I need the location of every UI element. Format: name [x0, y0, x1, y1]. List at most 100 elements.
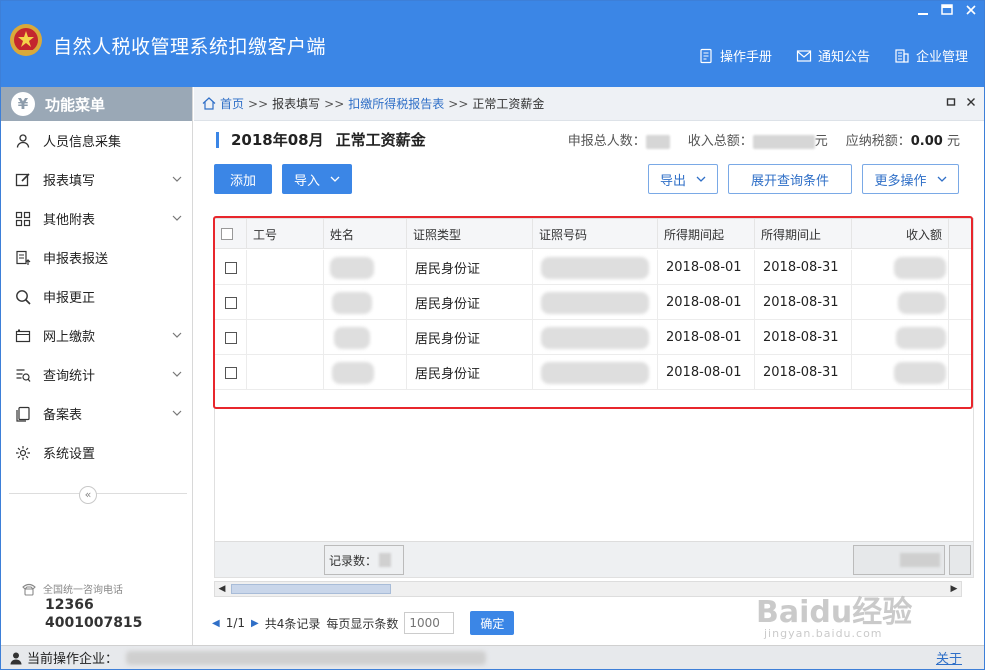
- redacted-name: [334, 326, 370, 349]
- add-button[interactable]: 添加: [214, 164, 272, 194]
- sidebar-header-title: 功能菜单: [45, 95, 106, 114]
- breadcrumb: 首页 >> 报表填写 >> 扣缴所得税报告表 >> 正常工资薪金: [194, 87, 984, 121]
- building-icon: [895, 48, 909, 63]
- page-title-text: 正常工资薪金: [335, 131, 426, 149]
- row-checkbox[interactable]: [224, 331, 237, 344]
- sidebar-item-report-fill[interactable]: 报表填写: [1, 160, 192, 199]
- redacted-income: [898, 291, 946, 314]
- current-company-label: 当前操作企业：: [27, 652, 119, 667]
- sidebar-item-label: 申报更正: [43, 291, 96, 306]
- status-bar: 当前操作企业： 关于: [1, 645, 984, 669]
- export-button[interactable]: 导出: [648, 164, 718, 194]
- row-checkbox[interactable]: [224, 366, 237, 379]
- select-all-checkbox[interactable]: [221, 228, 233, 240]
- name-cell: [324, 250, 407, 285]
- mail-icon: [796, 49, 812, 62]
- income-cell: [852, 355, 949, 390]
- sidebar-collapse-button[interactable]: «: [79, 486, 97, 504]
- company-manage-link[interactable]: 企业管理: [894, 46, 968, 65]
- data-grid: 工号 姓名 证照类型 证照号码 所得期间起 所得期间止 收入额 居民身份证 20…: [214, 218, 974, 578]
- header-name[interactable]: 姓名: [324, 219, 407, 249]
- more-actions-button[interactable]: 更多操作: [862, 164, 959, 194]
- prev-page-icon[interactable]: ◀: [212, 618, 220, 629]
- import-button[interactable]: 导入: [282, 164, 352, 194]
- tab-close-icon[interactable]: [966, 96, 976, 111]
- chevron-down-icon: [172, 371, 182, 377]
- tab-restore-icon[interactable]: [946, 96, 956, 111]
- redacted-value: [752, 134, 815, 149]
- header-period-end[interactable]: 所得期间止: [755, 219, 852, 249]
- breadcrumb-step-report-fill[interactable]: 报表填写: [272, 95, 320, 112]
- header-income[interactable]: 收入额: [852, 219, 949, 249]
- page-title: 2018年08月 正常工资薪金: [216, 129, 426, 150]
- summary-income: 收入总额： 元: [688, 130, 828, 149]
- row-select-cell: [215, 320, 247, 355]
- minimize-icon[interactable]: [913, 3, 933, 21]
- watermark-main: Baidu经验: [756, 595, 913, 630]
- sidebar-divider: [9, 493, 187, 494]
- grid-footer: 记录数：: [215, 541, 973, 577]
- sidebar-item-online-payment[interactable]: 网上缴款: [1, 316, 192, 355]
- notice-link-label: 通知公告: [817, 50, 870, 65]
- row-checkbox[interactable]: [224, 296, 237, 309]
- maximize-icon[interactable]: [937, 3, 957, 21]
- header-emp-no[interactable]: 工号: [247, 219, 324, 249]
- sidebar-item-label: 人员信息采集: [43, 135, 122, 150]
- scrollbar-thumb[interactable]: [231, 584, 391, 594]
- chevron-down-icon: [696, 176, 706, 182]
- about-link[interactable]: 关于: [936, 648, 962, 667]
- chevron-down-icon: [172, 410, 182, 416]
- export-button-label: 导出: [659, 173, 686, 189]
- row-select-cell: [215, 250, 247, 285]
- row-checkbox[interactable]: [224, 261, 237, 274]
- app-window: 自然人税收管理系统扣缴客户端 操作手册 通知公告 企业管理 ¥ 功能菜单 人员信…: [0, 0, 985, 670]
- table-row[interactable]: 居民身份证 2018-08-01 2018-08-31: [215, 355, 973, 390]
- header-id-type[interactable]: 证照类型: [407, 219, 533, 249]
- sidebar-item-label: 备案表: [43, 408, 83, 423]
- sidebar-item-personnel[interactable]: 人员信息采集: [1, 121, 192, 160]
- sidebar-item-label: 系统设置: [43, 447, 96, 462]
- summary-tax-unit: 元: [946, 134, 960, 149]
- expand-query-button[interactable]: 展开查询条件: [728, 164, 852, 194]
- breadcrumb-home[interactable]: 首页: [202, 95, 244, 112]
- sidebar-item-other-attachments[interactable]: 其他附表: [1, 199, 192, 238]
- records-count-label: 记录数：: [329, 553, 378, 568]
- income-cell: [852, 320, 949, 355]
- header-period-start[interactable]: 所得期间起: [658, 219, 755, 249]
- redacted-value: [900, 553, 940, 567]
- per-page-input[interactable]: [404, 612, 455, 634]
- table-row[interactable]: 居民身份证 2018-08-01 2018-08-31: [215, 285, 973, 320]
- sidebar-item-correction[interactable]: 申报更正: [1, 277, 192, 316]
- chevron-down-icon: [937, 176, 946, 182]
- manual-link[interactable]: 操作手册: [698, 46, 772, 65]
- summary-count: 申报总人数：: [568, 130, 670, 149]
- sidebar-item-query-stats[interactable]: 查询统计: [1, 355, 192, 394]
- sidebar-item-settings[interactable]: 系统设置: [1, 433, 192, 472]
- redacted-income: [894, 256, 946, 279]
- table-row[interactable]: 居民身份证 2018-08-01 2018-08-31: [215, 250, 973, 285]
- period-end-cell: 2018-08-31: [755, 285, 852, 320]
- edit-icon: [15, 172, 30, 186]
- close-icon[interactable]: [961, 3, 981, 21]
- summary-tax-value: 0.00: [910, 134, 943, 149]
- manual-icon: [700, 48, 712, 63]
- breadcrumb-separator: >>: [448, 96, 469, 111]
- tab-controls: [946, 96, 976, 111]
- scroll-left-icon[interactable]: ◀: [215, 582, 229, 596]
- per-page-label: 每页显示条数: [326, 616, 399, 631]
- sidebar-item-filing[interactable]: 备案表: [1, 394, 192, 433]
- header-id-number[interactable]: 证照号码: [533, 219, 658, 249]
- notice-link[interactable]: 通知公告: [796, 46, 870, 65]
- table-row[interactable]: 居民身份证 2018-08-01 2018-08-31: [215, 320, 973, 355]
- hotline-label-row: 全国统一咨询电话: [21, 581, 142, 596]
- name-cell: [324, 355, 407, 390]
- records-count: 记录数：: [324, 545, 404, 575]
- next-page-icon[interactable]: ▶: [251, 618, 259, 629]
- breadcrumb-step-withholding-report[interactable]: 扣缴所得税报告表: [348, 95, 444, 112]
- redacted-id-number: [541, 361, 649, 384]
- import-button-label: 导入: [293, 173, 320, 189]
- confirm-button[interactable]: 确定: [470, 611, 515, 635]
- title-bar: 自然人税收管理系统扣缴客户端 操作手册 通知公告 企业管理: [1, 1, 984, 87]
- sidebar-item-report-submit[interactable]: 申报表报送: [1, 238, 192, 277]
- scroll-right-icon[interactable]: ▶: [947, 582, 961, 596]
